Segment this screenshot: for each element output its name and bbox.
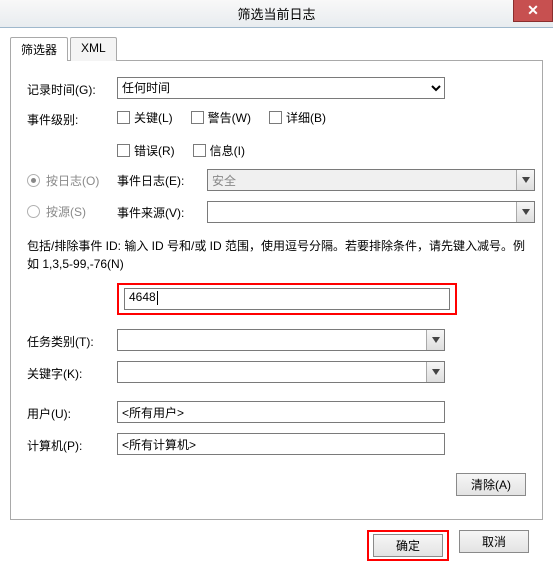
checkbox-label: 关键(L) [134,109,173,126]
ok-button-highlight: 确定 [367,530,449,561]
label-computer: 计算机(P): [27,435,117,454]
chevron-down-icon [516,202,534,222]
clear-button[interactable]: 清除(A) [456,473,526,496]
logged-time-select[interactable]: 任何时间 [117,77,445,99]
checkbox-label: 详细(B) [286,109,326,126]
checkbox-box-icon [191,111,204,124]
checkbox-label: 错误(R) [134,142,175,159]
label-user: 用户(U): [27,403,117,422]
tab-xml[interactable]: XML [70,37,117,61]
checkbox-label: 警告(W) [208,109,251,126]
keywords-input[interactable] [117,361,445,383]
checkbox-box-icon [117,144,130,157]
close-button[interactable]: ✕ [513,0,553,22]
task-category-input[interactable] [117,329,445,351]
radio-by-source[interactable]: 按源(S) [27,203,86,220]
task-category-combo[interactable] [117,329,445,351]
checkbox-box-icon [193,144,206,157]
radio-by-log-wrap: 按日志(O) [27,172,117,189]
label-event-level: 事件级别: [27,109,117,128]
label-logged-time: 记录时间(G): [27,79,117,98]
cancel-button[interactable]: 取消 [459,530,529,553]
label-keywords: 关键字(K): [27,363,117,382]
dialog-button-row: 确定 取消 [10,520,543,561]
chevron-down-icon [426,330,444,350]
checkbox-box-icon [269,111,282,124]
radio-icon [27,205,40,218]
ok-button[interactable]: 确定 [373,534,443,557]
event-id-input[interactable]: 4648 [124,288,450,310]
event-id-value: 4648 [129,290,156,304]
radio-by-source-wrap: 按源(S) [27,203,117,221]
chevron-down-icon [516,170,534,190]
chevron-down-icon [426,362,444,382]
event-source-input[interactable] [207,201,535,223]
event-id-highlight: 4648 [117,283,457,315]
tab-strip: 筛选器 XML [10,37,543,61]
window-title: 筛选当前日志 [237,4,315,23]
title-bar: 筛选当前日志 ✕ [0,0,553,28]
checkbox-error[interactable]: 错误(R) [117,142,175,159]
computer-input[interactable] [117,433,445,455]
checkbox-critical[interactable]: 关键(L) [117,109,173,126]
tab-filter[interactable]: 筛选器 [10,37,68,61]
keywords-combo[interactable] [117,361,445,383]
checkbox-verbose[interactable]: 详细(B) [269,109,326,126]
checkbox-warning[interactable]: 警告(W) [191,109,251,126]
event-log-input [207,169,535,191]
event-source-combo[interactable] [207,201,535,223]
radio-by-source-label: 按源(S) [46,203,86,220]
tab-panel-filter: 记录时间(G): 任何时间 事件级别: 关键(L) 警告(W) 详细(B) [10,60,543,520]
checkbox-box-icon [117,111,130,124]
radio-icon [27,174,40,187]
event-id-description: 包括/排除事件 ID: 输入 ID 号和/或 ID 范围，使用逗号分隔。若要排除… [27,237,526,273]
checkbox-label: 信息(I) [210,142,245,159]
user-input[interactable] [117,401,445,423]
checkbox-info[interactable]: 信息(I) [193,142,245,159]
label-event-source: 事件来源(V): [117,204,207,221]
radio-by-log-label: 按日志(O) [46,172,99,189]
close-icon: ✕ [527,2,539,19]
event-log-combo[interactable] [207,169,535,191]
label-task-category: 任务类别(T): [27,331,117,350]
radio-by-log[interactable]: 按日志(O) [27,172,99,189]
label-event-log: 事件日志(E): [117,172,207,189]
event-level-group: 关键(L) 警告(W) 详细(B) 错误(R) 信息(I) [117,109,457,159]
